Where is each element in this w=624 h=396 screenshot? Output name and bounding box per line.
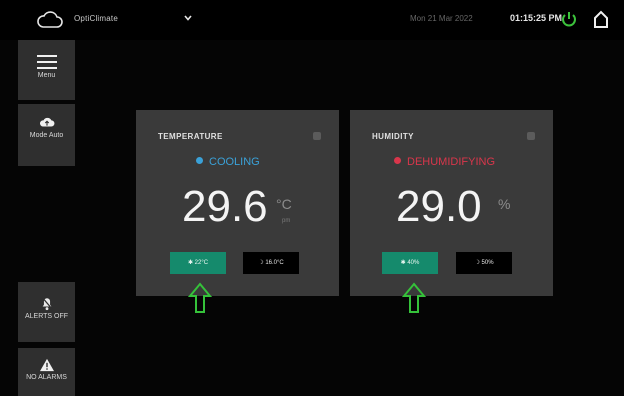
date-text: Mon 21 Mar 2022 (410, 14, 473, 23)
card-settings-icon[interactable] (313, 132, 321, 140)
menu-label: Menu (37, 72, 56, 79)
cooling-status-icon (196, 157, 203, 164)
dehumidifying-status-icon (394, 157, 401, 164)
humidity-secondary-button[interactable]: ☽ 50% (456, 252, 512, 274)
mode-label: Mode Auto (29, 132, 64, 139)
temperature-subunit: pm (282, 218, 291, 224)
temperature-setpoint-label: 22°C (194, 260, 209, 266)
temperature-title: TEMPERATURE (158, 132, 223, 141)
humidity-value: 29.0 (396, 182, 482, 231)
mode-auto-button[interactable]: Mode Auto (18, 104, 75, 166)
temperature-secondary-label: 16.0°C (265, 260, 284, 266)
cloud-logo-icon (37, 11, 63, 28)
alerts-label: ALERTS OFF (24, 313, 69, 320)
humidity-card: HUMIDITY DEHUMIDIFYING 29.0 % ✱ 40% ☽ 50… (350, 110, 553, 296)
temperature-secondary-button[interactable]: ☽ 16.0°C (243, 252, 299, 274)
alarms-label: NO ALARMS (26, 374, 67, 381)
humidity-title: HUMIDITY (372, 132, 414, 141)
power-icon[interactable] (560, 10, 578, 28)
snowflake-icon: ✱ (187, 260, 195, 266)
no-alarms-button[interactable]: NO ALARMS (18, 348, 75, 396)
humidity-setpoint-label: 40% (407, 260, 420, 266)
bell-off-icon (40, 296, 53, 311)
dehumidifying-status-text: DEHUMIDIFYING (407, 156, 495, 168)
warning-icon (39, 358, 54, 372)
top-bar: OptiClimate Mon 21 Mar 2022 01:15:25 PM (0, 0, 624, 40)
home-icon[interactable] (590, 8, 612, 30)
moon-icon: ☽ (474, 260, 482, 266)
hamburger-icon (36, 55, 57, 69)
temperature-unit: °C (276, 196, 292, 212)
alerts-off-button[interactable]: ALERTS OFF (18, 282, 75, 342)
card-settings-icon[interactable] (527, 132, 535, 140)
dehumidifying-status: DEHUMIDIFYING (394, 156, 495, 168)
clock-time: 01:15:25 PM (510, 13, 563, 23)
humidity-setpoint-button[interactable]: ✱ 40% (382, 252, 438, 274)
mode-auto-icon (39, 117, 54, 127)
cooling-status-text: COOLING (209, 156, 260, 168)
cooling-status: COOLING (196, 156, 260, 168)
up-arrow-icon (402, 282, 426, 313)
app-name[interactable]: OptiClimate (74, 14, 118, 23)
humidity-secondary-label: 50% (481, 260, 494, 266)
up-arrow-icon (188, 282, 212, 313)
menu-button[interactable]: Menu (18, 40, 75, 100)
chevron-down-icon[interactable] (182, 12, 194, 24)
temperature-card: TEMPERATURE COOLING 29.6 °C pm ✱ 22°C ☽ … (136, 110, 339, 296)
humidity-unit: % (498, 196, 511, 212)
temperature-setpoint-button[interactable]: ✱ 22°C (170, 252, 226, 274)
temperature-value: 29.6 (182, 182, 268, 231)
